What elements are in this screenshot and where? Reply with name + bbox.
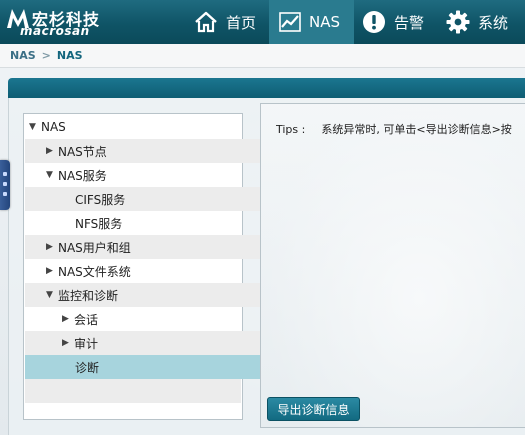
nav-home[interactable]: 首页 <box>190 0 270 44</box>
company-logo: 宏杉科技 macrosan <box>6 6 110 38</box>
tree-item-label: NAS文件系统 <box>58 264 131 279</box>
nav-system-label: 系统 <box>478 13 509 32</box>
tree-item-label: NAS用户和组 <box>58 240 131 255</box>
handle-dot <box>3 182 7 186</box>
collapsed-arrow-icon[interactable]: ▶ <box>62 314 74 324</box>
tree-item-audit[interactable]: ▶ 审计 <box>25 331 278 355</box>
collapsed-arrow-icon[interactable]: ▶ <box>62 338 74 348</box>
handle-dot <box>3 172 7 176</box>
tree-item-nas-filesystem[interactable]: ▶ NAS文件系统 <box>25 259 262 283</box>
nav-alarm-label: 告警 <box>394 13 425 32</box>
gear-icon <box>446 10 470 34</box>
tree-item-label: 会话 <box>74 312 99 327</box>
tree-empty-row <box>25 379 241 403</box>
tree-item-nas-node[interactable]: ▶ NAS节点 <box>25 139 262 163</box>
panel-header-bar <box>8 78 525 98</box>
tree-item-label: NFS服务 <box>75 216 123 231</box>
tree-item-label: NAS服务 <box>58 168 107 183</box>
tree-item-diagnose[interactable]: 诊断 <box>25 355 291 379</box>
side-panel-toggle[interactable] <box>0 160 10 210</box>
tips-text: Tips : 系统异常时, 可单击<导出诊断信息>按 <box>276 121 525 135</box>
tips-message: 系统异常时, 可单击<导出诊断信息>按 <box>321 123 512 135</box>
tree-item-label: NAS <box>41 120 66 134</box>
nav-system[interactable]: 系统 <box>446 0 525 44</box>
chart-icon <box>279 12 301 32</box>
tips-label: Tips : <box>276 123 306 135</box>
nav-alarm[interactable]: 告警 <box>360 0 442 44</box>
logo-english-text: macrosan <box>20 24 90 38</box>
tree-item-label: 诊断 <box>75 360 100 375</box>
tree-item-nfs-service[interactable]: NFS服务 <box>25 211 291 235</box>
nav-nas[interactable]: NAS <box>269 0 354 44</box>
alert-icon <box>363 11 385 33</box>
tree-item-label: NAS节点 <box>58 144 107 159</box>
expanded-arrow-icon[interactable]: ▼ <box>46 170 58 180</box>
collapsed-arrow-icon[interactable]: ▶ <box>46 146 58 156</box>
tree-item-nas-service[interactable]: ▼ NAS服务 <box>25 163 262 187</box>
top-navigation-bar: 宏杉科技 macrosan 首页 NAS 告警 系统 <box>0 0 525 44</box>
home-icon <box>195 11 217 33</box>
export-diagnosis-button[interactable]: 导出诊断信息 <box>267 397 360 421</box>
breadcrumb-current: NAS <box>56 49 83 62</box>
tree-item-label: 监控和诊断 <box>58 288 119 303</box>
tree-item-session[interactable]: ▶ 会话 <box>25 307 278 331</box>
tree-item-label: CIFS服务 <box>75 192 126 207</box>
tree-item-nas[interactable]: ▼ NAS <box>25 115 245 139</box>
collapsed-arrow-icon[interactable]: ▶ <box>46 242 58 252</box>
breadcrumb-root[interactable]: NAS <box>10 49 36 62</box>
breadcrumb-separator: > <box>41 49 51 62</box>
nav-nas-label: NAS <box>309 13 341 31</box>
nav-home-label: 首页 <box>226 13 257 32</box>
diagnose-detail-pane <box>260 103 525 428</box>
tree-item-label: 审计 <box>74 336 99 351</box>
tree-item-monitor-diagnose[interactable]: ▼ 监控和诊断 <box>25 283 262 307</box>
expanded-arrow-icon[interactable]: ▼ <box>29 122 41 132</box>
handle-dot <box>3 192 7 196</box>
nas-tree-panel: ▼ NAS ▶ NAS节点 ▼ NAS服务 CIFS服务 NFS服务 ▶ NAS… <box>23 113 291 420</box>
tree-item-cifs-service[interactable]: CIFS服务 <box>25 187 291 211</box>
breadcrumb: NAS > NAS <box>0 44 525 68</box>
expanded-arrow-icon[interactable]: ▼ <box>46 290 58 300</box>
tree-item-nas-users-groups[interactable]: ▶ NAS用户和组 <box>25 235 262 259</box>
collapsed-arrow-icon[interactable]: ▶ <box>46 266 58 276</box>
